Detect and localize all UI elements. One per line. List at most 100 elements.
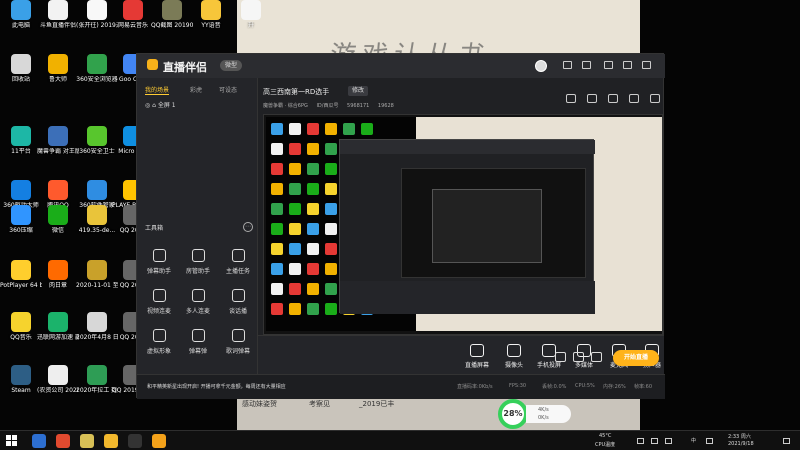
version-button[interactable]: 微型 [220, 60, 242, 71]
start-live-button[interactable]: 开始直播 [613, 350, 659, 366]
desktop-shortcut[interactable]: 11平台 [0, 126, 42, 169]
keyboard-icon[interactable] [706, 438, 713, 444]
windows-start-icon[interactable] [6, 435, 18, 447]
desktop-shortcut[interactable]: Steam [0, 365, 42, 408]
download-speed: 0K/s [538, 415, 549, 421]
preview-shortcut-icon [271, 243, 283, 255]
preview-shortcut-icon [289, 183, 301, 195]
desktop-shortcut[interactable]: 回收站 [0, 54, 42, 97]
desktop-shortcut[interactable]: YY语音 [190, 0, 232, 43]
temperature-value: 45°C [599, 433, 612, 439]
desktop-shortcut[interactable]: QQ截图 20190819... [151, 0, 193, 43]
tool-danmu-helper[interactable]: 弹幕助手 [142, 249, 176, 281]
desktop-shortcut-icon [87, 54, 107, 74]
photo-label-2: 考察见 [309, 400, 330, 408]
desktop-shortcut[interactable]: 此电脑 [0, 0, 42, 43]
tool-virtual-avatar[interactable]: 虚拟形象 [142, 329, 176, 361]
network-meter[interactable]: 28% [498, 399, 528, 429]
display-icon [191, 329, 205, 342]
preview-icon[interactable] [573, 352, 584, 362]
taskbar-app-3-icon[interactable] [104, 434, 118, 448]
preview-shortcut-icon [271, 183, 283, 195]
desktop-shortcut[interactable]: 肉日章 [37, 260, 79, 303]
desktop-shortcut[interactable]: 鲁大师 [37, 54, 79, 97]
notice-text[interactable]: 和平精英新星出现开启! 开播可拿千元金额，每周还有大量相应 [147, 383, 286, 390]
desktop-shortcut-icon [48, 365, 68, 385]
live-assistant-window[interactable]: 直播伴侣 微型 我的场景 彩虎 可设态 ◎ ⌂ 全屏 1 工具箱 ⋯ 弹幕助手 … [136, 53, 665, 399]
preview-shortcut-icon [271, 163, 283, 175]
desktop-shortcut[interactable]: 升 [230, 0, 272, 43]
taskbar: 45°C CPU温度 中 2:33 周六 2021/9/18 [0, 430, 800, 450]
tool-room-manager[interactable]: 房管助手 [181, 249, 215, 281]
desktop-shortcut-icon [48, 0, 68, 20]
network-speed-panel: 4K/s 0K/s [526, 405, 571, 423]
desktop-shortcut[interactable]: PotPlayer 64 bit [0, 260, 42, 303]
scene-item[interactable]: ◎ ⌂ 全屏 1 [145, 100, 176, 109]
desktop-shortcut[interactable]: 迅联网游加速 器 [37, 312, 79, 355]
taskbar-app-4-icon[interactable] [128, 434, 142, 448]
network-icon[interactable] [651, 438, 658, 444]
flag-icon[interactable] [608, 94, 618, 103]
tab-my-scenes[interactable]: 我的场景 [145, 85, 170, 95]
preview-shortcut-icon [289, 243, 301, 255]
desktop-shortcut[interactable]: 斗鱼直播伴侣 [37, 0, 79, 43]
live-meta: 魔兽争霸 · 综合6PG ID/西瓜号 5968171 19628 [263, 103, 394, 109]
notification-icon[interactable] [783, 438, 790, 444]
live-preview-canvas[interactable] [263, 114, 663, 335]
menu-icon[interactable] [582, 61, 591, 69]
modify-title-button[interactable]: 修改 [348, 86, 368, 96]
lock-icon[interactable] [587, 94, 597, 103]
tab-effects[interactable]: 彩虎 [190, 85, 202, 94]
preview-shortcut-icon [325, 183, 337, 195]
share-icon[interactable] [650, 94, 660, 103]
desktop-shortcut[interactable]: (农资公司 2020年4月... [37, 365, 79, 408]
preview-shortcut-icon [307, 243, 319, 255]
desktop-shortcut[interactable]: 魔兽争霸 对王版1.24E [37, 126, 79, 169]
desktop-shortcut-label: Steam [11, 387, 31, 394]
desktop-shortcut[interactable]: 微信 [37, 205, 79, 248]
tool-lyrics[interactable]: 歌词弹幕 [221, 329, 255, 361]
tool-multi-link[interactable]: 多人连麦 [181, 289, 215, 321]
desktop-shortcut-label: PotPlayer 64 bit [0, 282, 42, 289]
gift-icon[interactable] [566, 94, 576, 103]
desktop-shortcut-icon [87, 365, 107, 385]
live-assistant-logo-icon [147, 59, 158, 70]
taskbar-app-1-icon[interactable] [56, 434, 70, 448]
tool-danmu-display[interactable]: 弹幕弹 [181, 329, 215, 361]
tray-up-icon[interactable] [637, 438, 644, 444]
taskbar-app-2-icon[interactable] [80, 434, 94, 448]
desktop-shortcut[interactable]: QQ音乐 [0, 312, 42, 355]
clock-date[interactable]: 2021/9/18 [728, 441, 754, 447]
clock-time[interactable]: 2:33 周六 [728, 433, 751, 440]
desktop-shortcut-label: 11平台 [11, 148, 31, 155]
settings-icon[interactable] [591, 352, 602, 362]
avatar[interactable] [535, 60, 547, 72]
input-language[interactable]: 中 [691, 437, 696, 444]
task-view-icon[interactable] [32, 434, 46, 448]
taskbar-live-assistant-icon[interactable] [152, 434, 166, 448]
photo-label-3: _2019已丰 [359, 400, 395, 408]
record-icon[interactable] [555, 352, 566, 362]
minimize-icon[interactable] [604, 61, 613, 69]
tool-streamer-task[interactable]: 主播任务 [221, 249, 255, 281]
desktop-shortcut[interactable]: 网易云音乐 [112, 0, 154, 43]
bell-icon[interactable] [629, 94, 639, 103]
tool-voice[interactable]: 谈话播 [221, 289, 255, 321]
temperature-label: CPU温度 [595, 442, 616, 448]
preview-shortcut-icon [271, 203, 283, 215]
close-icon[interactable] [642, 61, 651, 69]
tab-settings[interactable]: 可设态 [219, 85, 237, 94]
preview-live-window [339, 139, 595, 314]
preview-shortcut-icon [289, 283, 301, 295]
message-icon[interactable] [563, 61, 572, 69]
maximize-icon[interactable] [623, 61, 632, 69]
window-titlebar[interactable]: 直播伴侣 微型 [137, 54, 665, 78]
more-icon[interactable]: ⋯ [243, 222, 253, 232]
desktop-shortcut-icon [87, 205, 107, 225]
preview-shortcut-icon [307, 303, 319, 315]
preview-desktop [266, 117, 662, 331]
tool-video-link[interactable]: 视频连麦 [142, 289, 176, 321]
volume-icon[interactable] [665, 438, 672, 444]
desktop-shortcut[interactable]: 360压缩 [0, 205, 42, 248]
desktop-shortcut-icon [48, 205, 68, 225]
